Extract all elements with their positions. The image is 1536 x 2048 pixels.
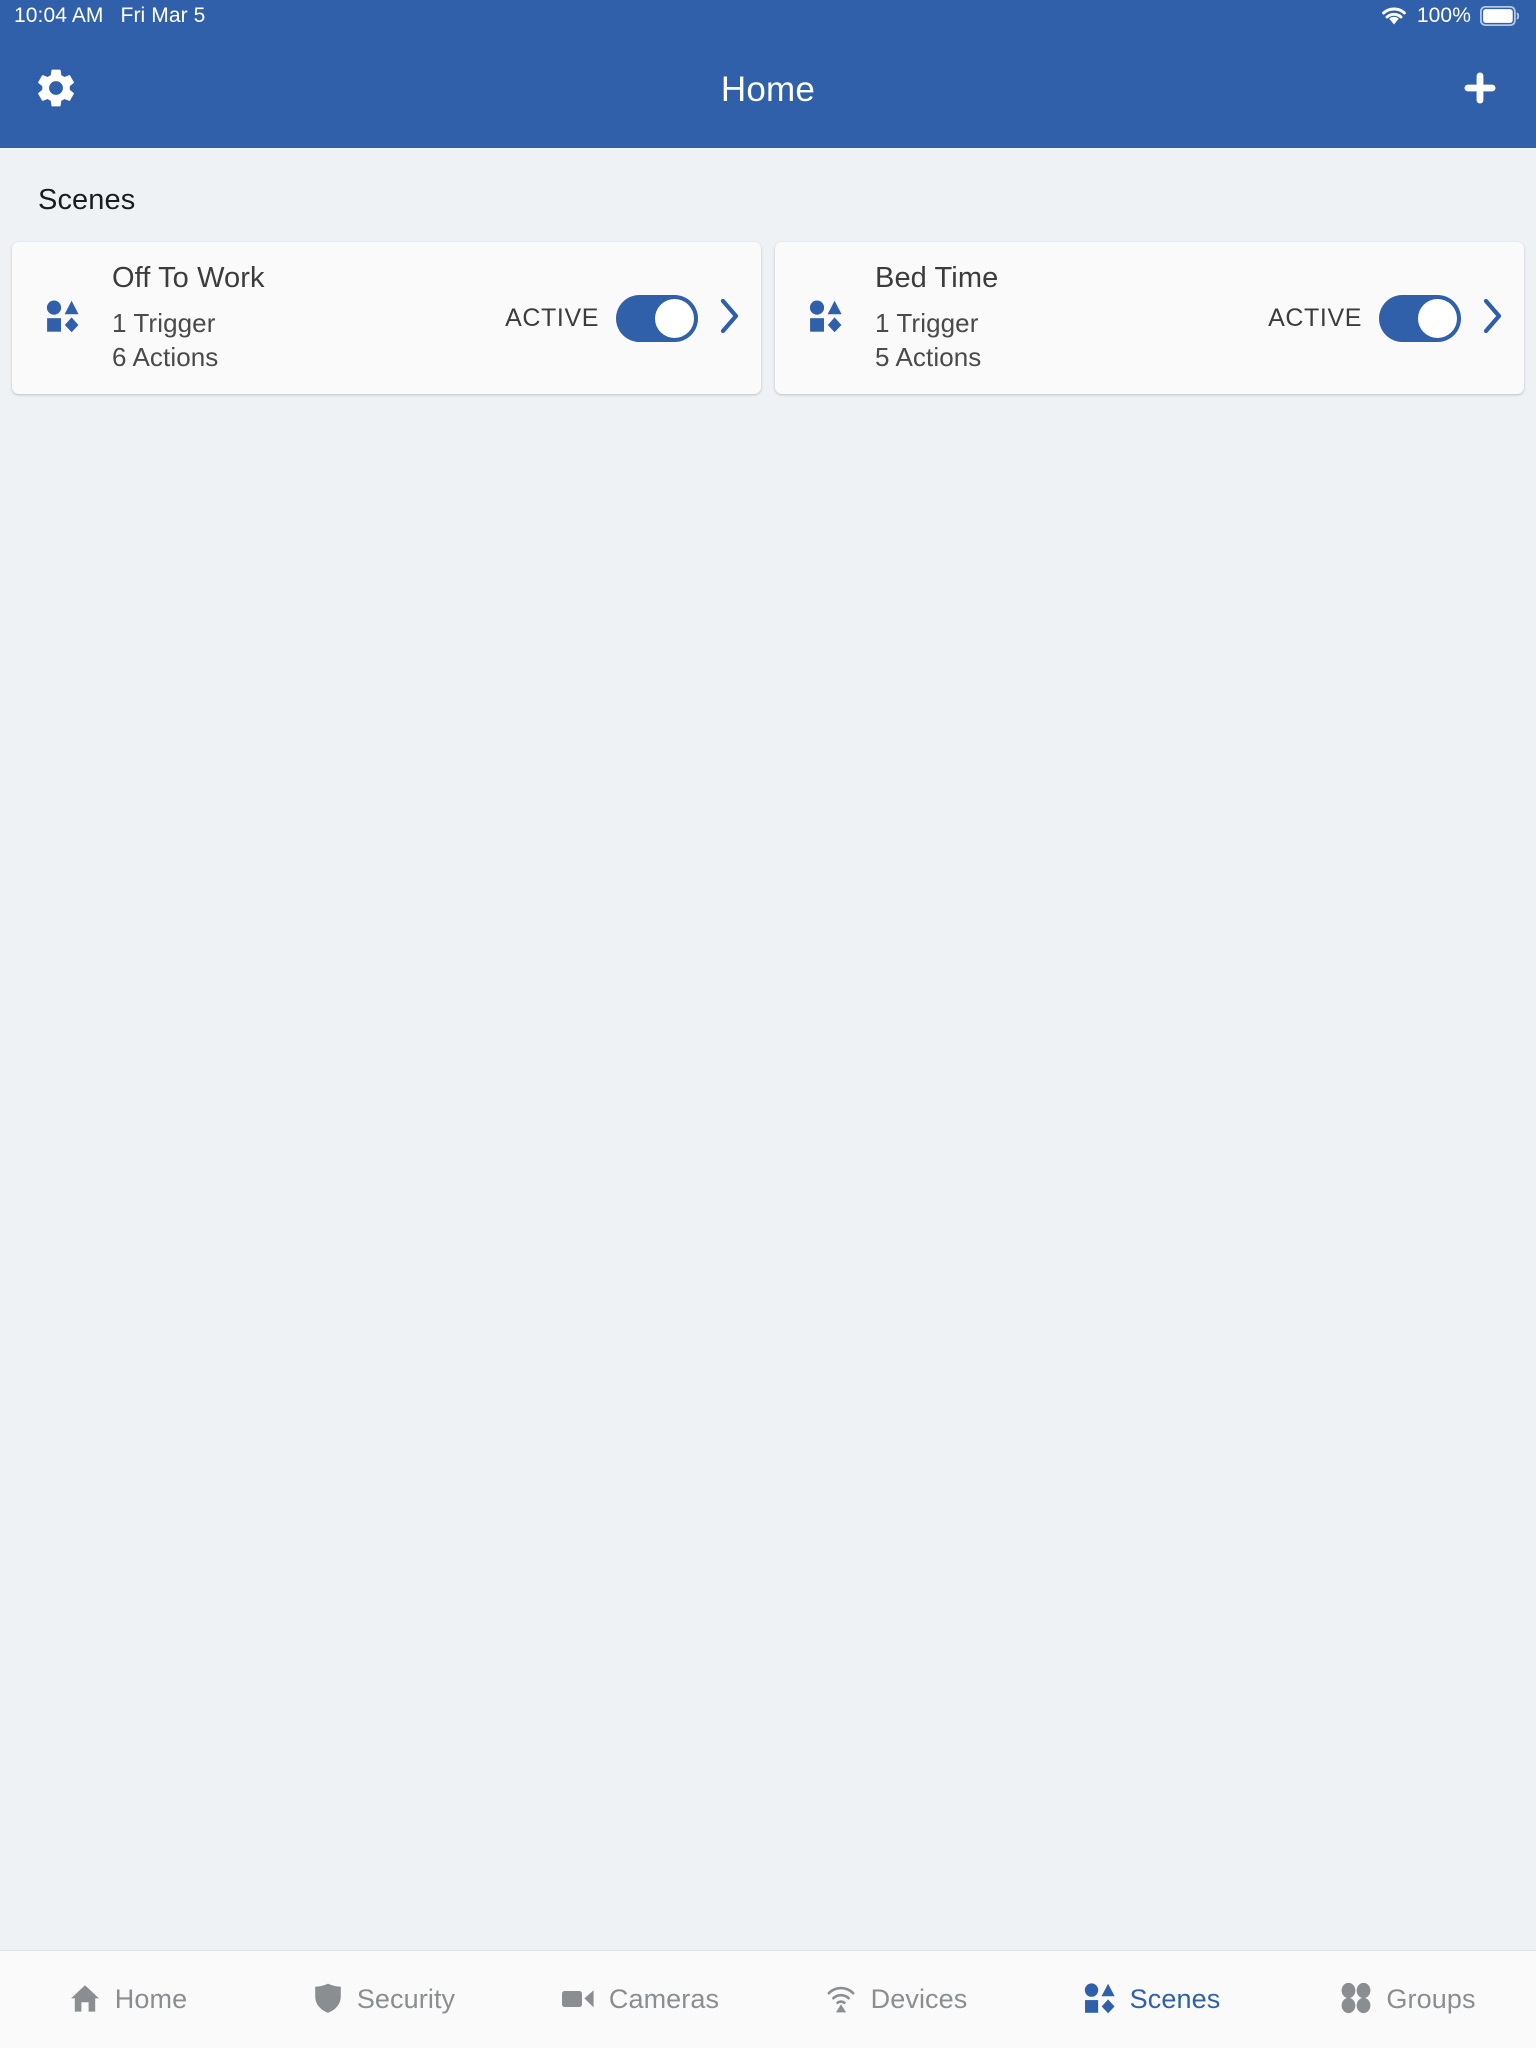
bottom-tab-bar: Home Security Cameras Devices Scenes Gro… [0,1950,1536,2048]
add-button[interactable] [1452,62,1508,118]
scene-name: Off To Work [112,261,265,294]
tab-scenes[interactable]: Scenes [1024,1951,1280,2048]
scenes-shapes-icon [809,299,843,338]
battery-full-icon [1480,5,1520,26]
four-dots-icon [1340,1982,1372,2017]
scene-card-controls: ACTIVE [1268,294,1506,342]
tab-home[interactable]: Home [0,1951,256,2048]
section-title-scenes: Scenes [38,184,136,216]
tab-label: Cameras [608,1984,720,2014]
status-bar-left: 10:04 AM Fri Mar 5 [14,4,205,28]
battery-percent: 100% [1416,3,1471,27]
scene-card-bed-time[interactable]: Bed Time 1 Trigger 5 Actions ACTIVE [775,242,1524,394]
wifi-icon [1380,5,1408,26]
house-icon [69,1982,101,2017]
scene-action-count: 5 Actions [875,342,982,372]
shield-icon [313,1982,343,2017]
scene-action-count: 6 Actions [112,342,219,372]
scene-card-controls: ACTIVE [505,294,743,342]
scene-trigger-count: 1 Trigger [112,307,216,338]
page-title: Home [720,69,816,109]
tab-label: Home [114,1984,188,2014]
scene-enable-toggle[interactable] [616,294,698,342]
status-date: Fri Mar 5 [120,3,206,27]
tab-label: Security [356,1984,456,2014]
broadcast-icon [825,1982,857,2017]
status-bar: 10:04 AM Fri Mar 5 100% [0,0,1536,31]
toggle-knob [655,298,694,338]
scenes-shapes-icon [1084,1982,1116,2017]
tab-label: Devices [870,1984,968,2014]
app-root: 10:04 AM Fri Mar 5 100% Home Scenes Off … [0,0,1536,2048]
scene-card-off-to-work[interactable]: Off To Work 1 Trigger 6 Actions ACTIVE [12,242,761,394]
chevron-right-icon[interactable] [1480,296,1506,341]
video-camera-icon [561,1985,595,2014]
main-content: Scenes Off To Work 1 Trigger 6 Actions A… [0,148,1536,1950]
scene-card-text: Bed Time 1 Trigger 5 Actions [875,262,1268,375]
status-time: 10:04 AM [14,3,104,27]
gear-icon [33,65,79,114]
toggle-knob [1418,298,1457,338]
tab-groups[interactable]: Groups [1280,1951,1536,2048]
scenes-card-row: Off To Work 1 Trigger 6 Actions ACTIVE B… [0,217,1536,394]
status-badge: ACTIVE [1268,303,1362,332]
scene-trigger-count: 1 Trigger [875,307,979,338]
scenes-shapes-icon [46,299,80,338]
tab-label: Groups [1386,1984,1476,2014]
plus-icon [1458,66,1502,113]
tab-label: Scenes [1129,1984,1221,2014]
tab-devices[interactable]: Devices [768,1951,1024,2048]
chevron-right-icon[interactable] [717,296,743,341]
settings-button[interactable] [28,62,84,118]
scene-enable-toggle[interactable] [1379,294,1461,342]
tab-cameras[interactable]: Cameras [512,1951,768,2048]
scene-name: Bed Time [875,261,999,294]
nav-bar: Home [0,31,1536,148]
status-badge: ACTIVE [505,303,599,332]
tab-security[interactable]: Security [256,1951,512,2048]
scene-card-text: Off To Work 1 Trigger 6 Actions [112,262,505,375]
status-bar-right: 100% [1380,4,1520,28]
